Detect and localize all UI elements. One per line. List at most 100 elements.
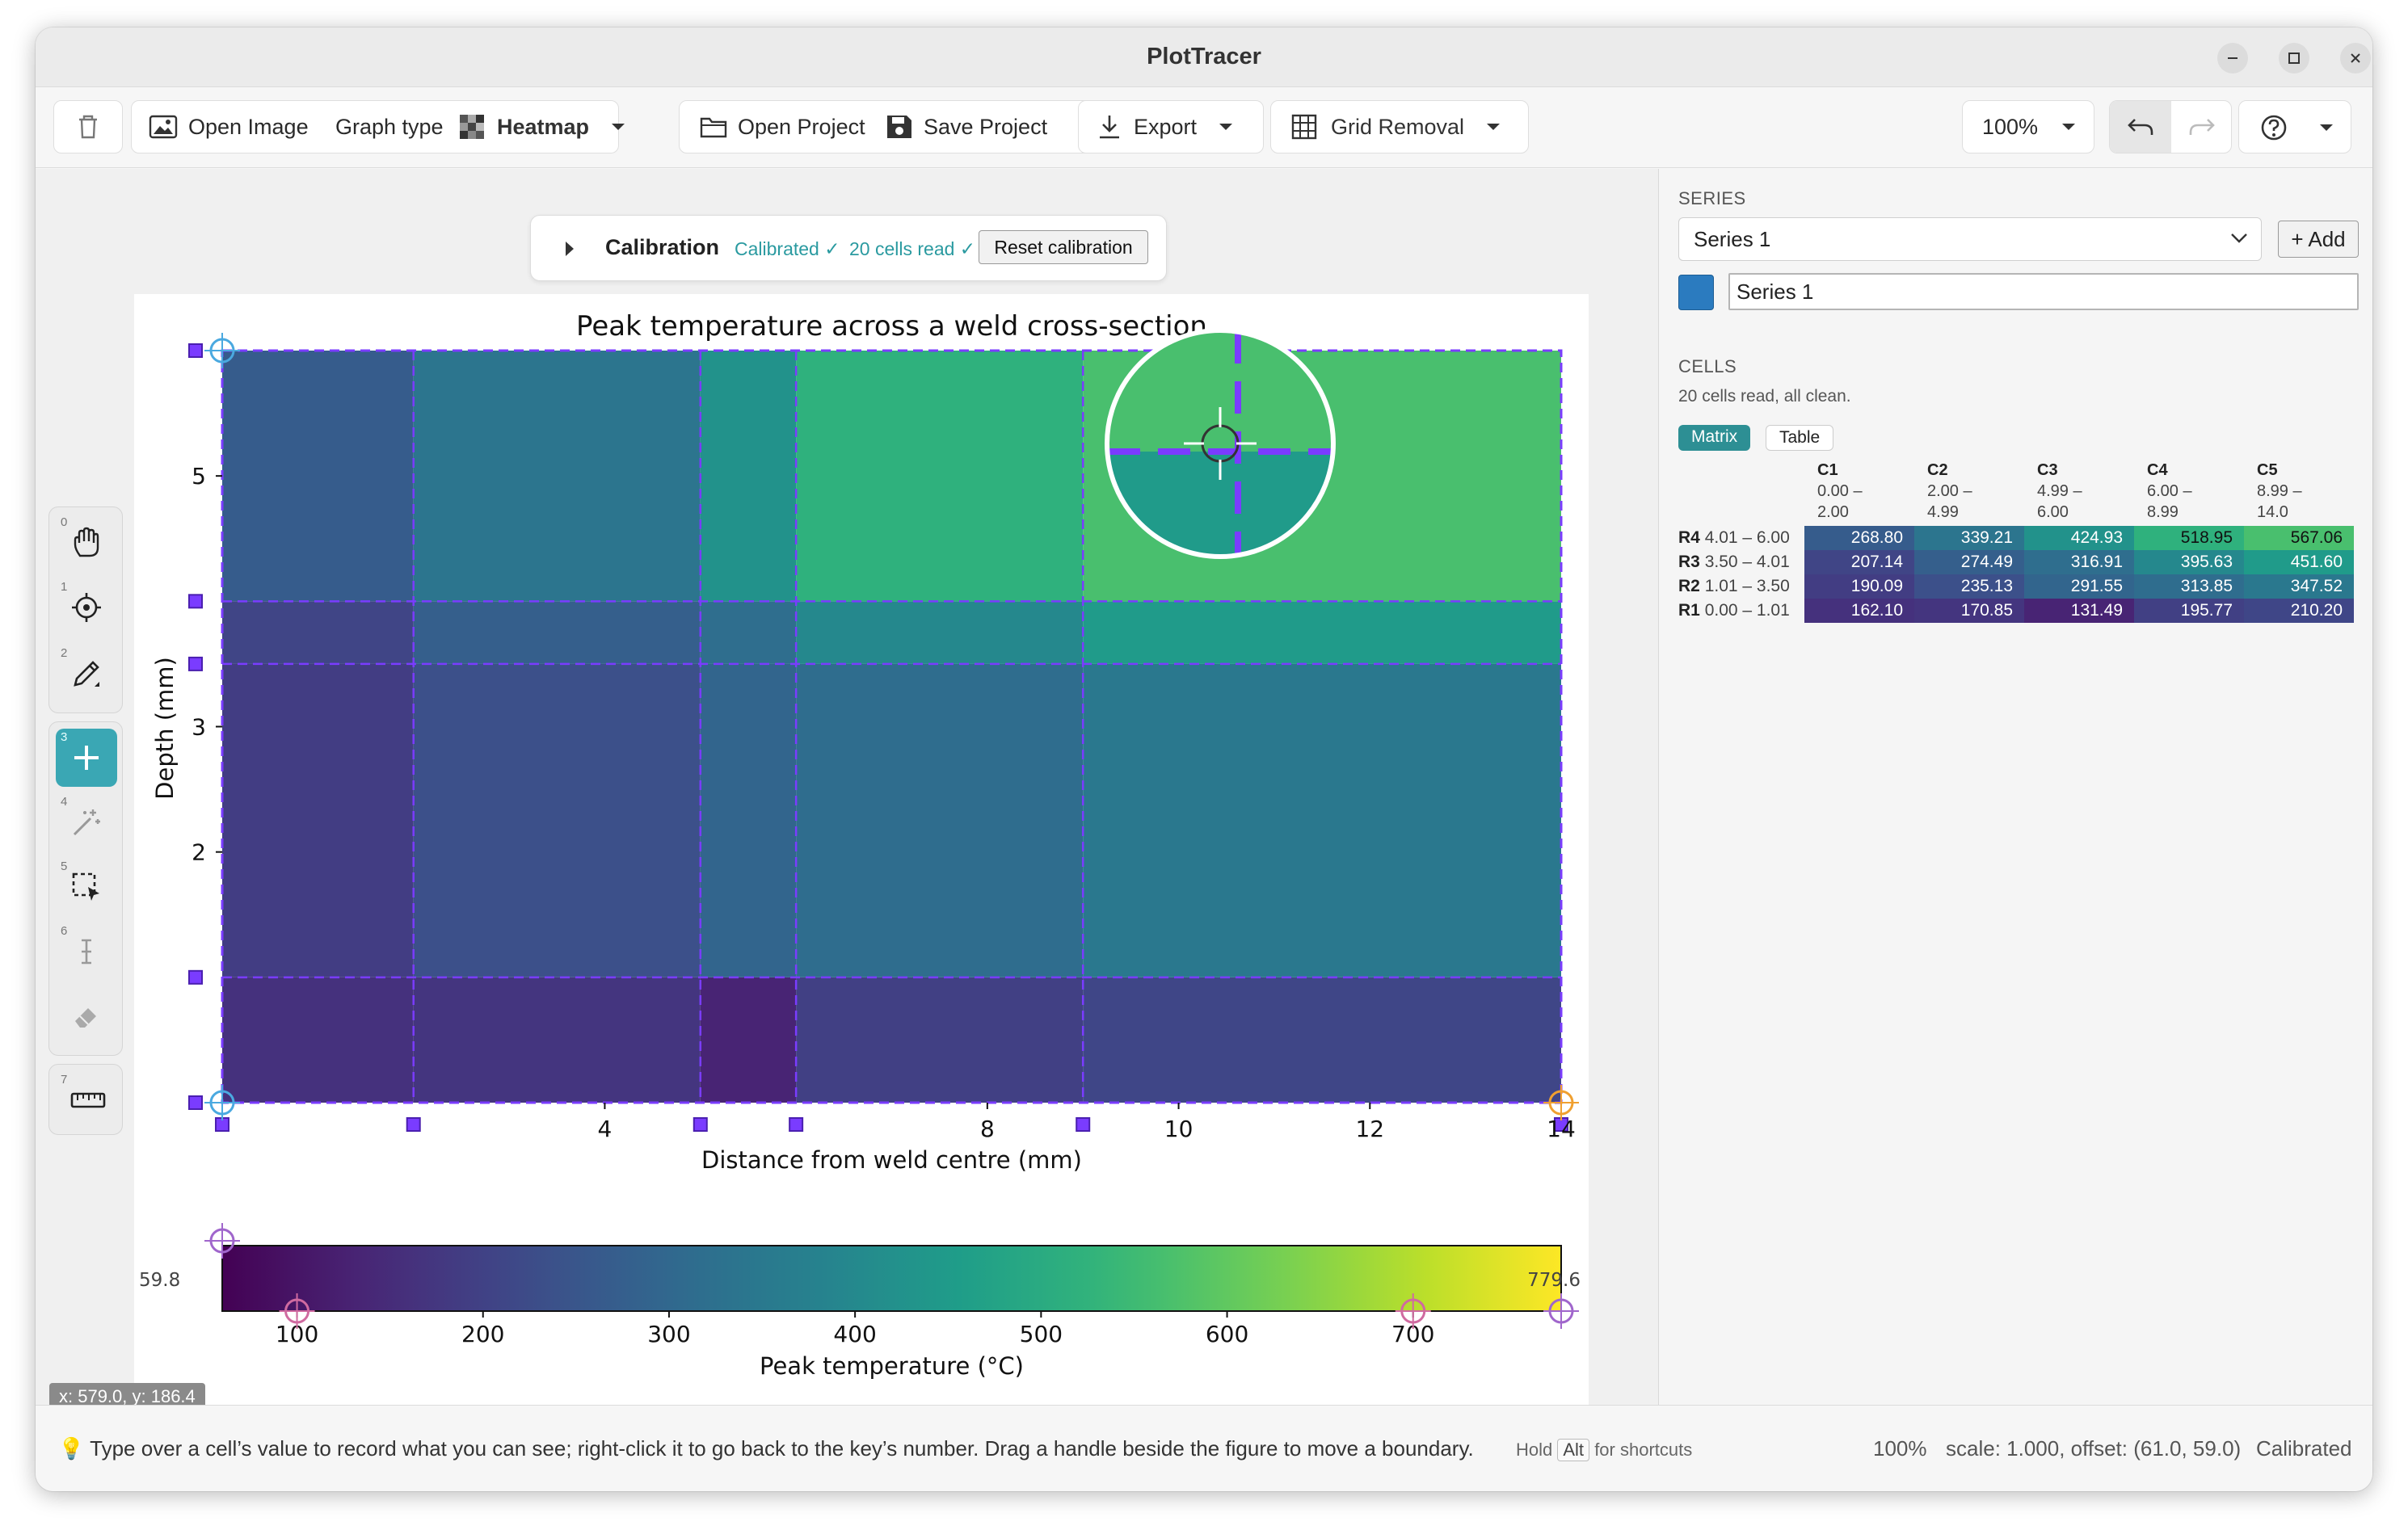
project-group: Open Project Save Project — [679, 100, 1104, 153]
help-button[interactable] — [2238, 100, 2351, 153]
matrix-cell[interactable]: 274.49 — [1914, 550, 2024, 574]
row-boundary-handle[interactable] — [188, 343, 203, 358]
matrix-cell[interactable]: 291.55 — [2024, 574, 2134, 599]
graph-type-dropdown[interactable]: Heatmap — [458, 101, 626, 153]
matrix-cell[interactable]: 313.85 — [2134, 574, 2244, 599]
tool-hand[interactable]: 0 — [56, 514, 117, 572]
crosshair-icon — [72, 593, 101, 622]
matrix-cell[interactable]: 347.52 — [2244, 574, 2354, 599]
matrix-cell[interactable]: 451.60 — [2244, 550, 2354, 574]
series-color-swatch[interactable] — [1678, 275, 1714, 310]
matrix-cell[interactable]: 190.09 — [1804, 574, 1914, 599]
column-range-start: 0.00 – — [1817, 482, 1863, 500]
cells-section-label: CELLS — [1678, 356, 1737, 376]
column-range-end: 2.00 — [1817, 503, 1849, 521]
tool-eraser[interactable] — [56, 987, 117, 1045]
x-tick-label: 4 — [598, 1116, 613, 1142]
matrix-cell[interactable]: 207.14 — [1804, 550, 1914, 574]
image-icon — [149, 115, 178, 139]
column-id: C3 — [2037, 461, 2058, 479]
matrix-cell[interactable]: 424.93 — [2024, 526, 2134, 550]
grid-removal-control: Grid Removal — [1290, 101, 1501, 153]
save-project-button[interactable]: Save Project — [885, 101, 1047, 153]
undo-button[interactable] — [2110, 101, 2171, 153]
tool-calibrate-point[interactable]: 1 — [56, 578, 117, 637]
matrix-cell[interactable]: 131.49 — [2024, 599, 2134, 623]
matrix-cell[interactable]: 195.77 — [2134, 599, 2244, 623]
matrix-cell[interactable]: 316.91 — [2024, 550, 2134, 574]
tool-ruler[interactable]: 7 — [56, 1071, 117, 1129]
colorbar-tick-label: 400 — [833, 1321, 876, 1347]
pencil-icon — [74, 661, 99, 687]
series-select[interactable]: Series 1 — [1678, 217, 2262, 261]
column-boundary-handle[interactable] — [693, 1117, 708, 1132]
export-button[interactable]: Export — [1078, 100, 1264, 153]
folder-icon — [700, 117, 727, 138]
calibrated-status: Calibrated ✓ — [735, 238, 840, 259]
add-series-button[interactable]: + Add — [2278, 221, 2359, 258]
open-project-button[interactable]: Open Project — [699, 101, 865, 153]
heatmap-cell — [700, 977, 797, 1103]
heatmap-cell — [796, 351, 1084, 602]
tool-select-region[interactable]: 5 — [56, 858, 117, 916]
redo-button[interactable] — [2171, 101, 2233, 153]
column-boundary-handle[interactable] — [1076, 1117, 1091, 1132]
matrix-view-toggle[interactable]: Matrix — [1678, 425, 1751, 451]
column-range-start: 4.99 – — [2037, 482, 2082, 500]
tool-draw[interactable]: 2 — [56, 645, 117, 703]
undo-icon — [2128, 119, 2153, 135]
zoom-dropdown[interactable]: 100% — [1962, 100, 2094, 153]
matrix-cell[interactable]: 339.21 — [1914, 526, 2024, 550]
row-boundary-handle[interactable] — [188, 1095, 203, 1110]
heatmap-cell — [796, 601, 1084, 664]
row-boundary-handle[interactable] — [188, 656, 203, 671]
row-range: 3.50 – 4.01 — [1699, 553, 1790, 571]
matrix-cell[interactable]: 162.10 — [1804, 599, 1914, 623]
chart-title: Peak temperature across a weld cross-sec… — [576, 310, 1207, 343]
text-cursor-icon — [82, 939, 91, 965]
y-axis-label: Depth (mm) — [151, 657, 179, 800]
grid-removal-button[interactable]: Grid Removal — [1270, 100, 1529, 153]
close-icon — [2351, 53, 2360, 63]
graph-type-label: Graph type — [335, 114, 444, 139]
figure-image[interactable]: Peak temperature across a weld cross-sec… — [134, 294, 1589, 1426]
close-button[interactable] — [2340, 43, 2371, 74]
save-project-label: Save Project — [924, 114, 1048, 139]
matrix-cell[interactable]: 210.20 — [2244, 599, 2354, 623]
series-name-input[interactable]: Series 1 — [1728, 273, 2359, 310]
minimize-button[interactable] — [2217, 43, 2248, 74]
open-image-button[interactable]: Open Image — [148, 101, 309, 153]
row-boundary-handle[interactable] — [188, 969, 203, 985]
matrix-cell[interactable]: 235.13 — [1914, 574, 2024, 599]
x-tick-label: 10 — [1164, 1116, 1193, 1142]
heatmap-cell — [700, 351, 797, 602]
chevron-down-icon — [2231, 233, 2247, 243]
plus-icon — [74, 746, 99, 770]
tool-auto-detect[interactable]: 4 — [56, 793, 117, 851]
matrix-cell[interactable]: 170.85 — [1914, 599, 2024, 623]
reset-calibration-button[interactable]: Reset calibration — [979, 230, 1148, 264]
heatmap-cell — [1083, 601, 1561, 664]
colorbar-tick-label: 300 — [647, 1321, 690, 1347]
colorbar-tick-label: 500 — [1020, 1321, 1063, 1347]
table-view-toggle[interactable]: Table — [1766, 425, 1834, 451]
maximize-button[interactable] — [2279, 43, 2309, 74]
tool-text-measure[interactable]: 6 — [56, 923, 117, 981]
tool-add-point[interactable]: 3 — [56, 729, 117, 787]
delete-button[interactable] — [53, 100, 123, 153]
heatmap-figure[interactable]: Peak temperature across a weld cross-sec… — [134, 294, 1589, 1426]
matrix-cell[interactable]: 395.63 — [2134, 550, 2244, 574]
right-sidebar: SERIES Series 1 + Add Series 1 CELLS 20 … — [1658, 169, 2372, 1405]
main-toolbar: Open Image Graph type Heatmap Open Proje… — [36, 87, 2372, 168]
expand-triangle-icon[interactable] — [563, 240, 576, 258]
matrix-cell[interactable]: 567.06 — [2244, 526, 2354, 550]
maximize-icon — [2288, 53, 2300, 64]
open-image-label: Open Image — [188, 114, 309, 139]
heatmap-icon — [460, 115, 484, 139]
row-boundary-handle[interactable] — [188, 594, 203, 609]
matrix-cell[interactable]: 518.95 — [2134, 526, 2244, 550]
colorbar-label: Peak temperature (°C) — [760, 1352, 1024, 1380]
column-boundary-handle[interactable] — [789, 1117, 804, 1132]
column-boundary-handle[interactable] — [406, 1117, 421, 1132]
matrix-cell[interactable]: 268.80 — [1804, 526, 1914, 550]
